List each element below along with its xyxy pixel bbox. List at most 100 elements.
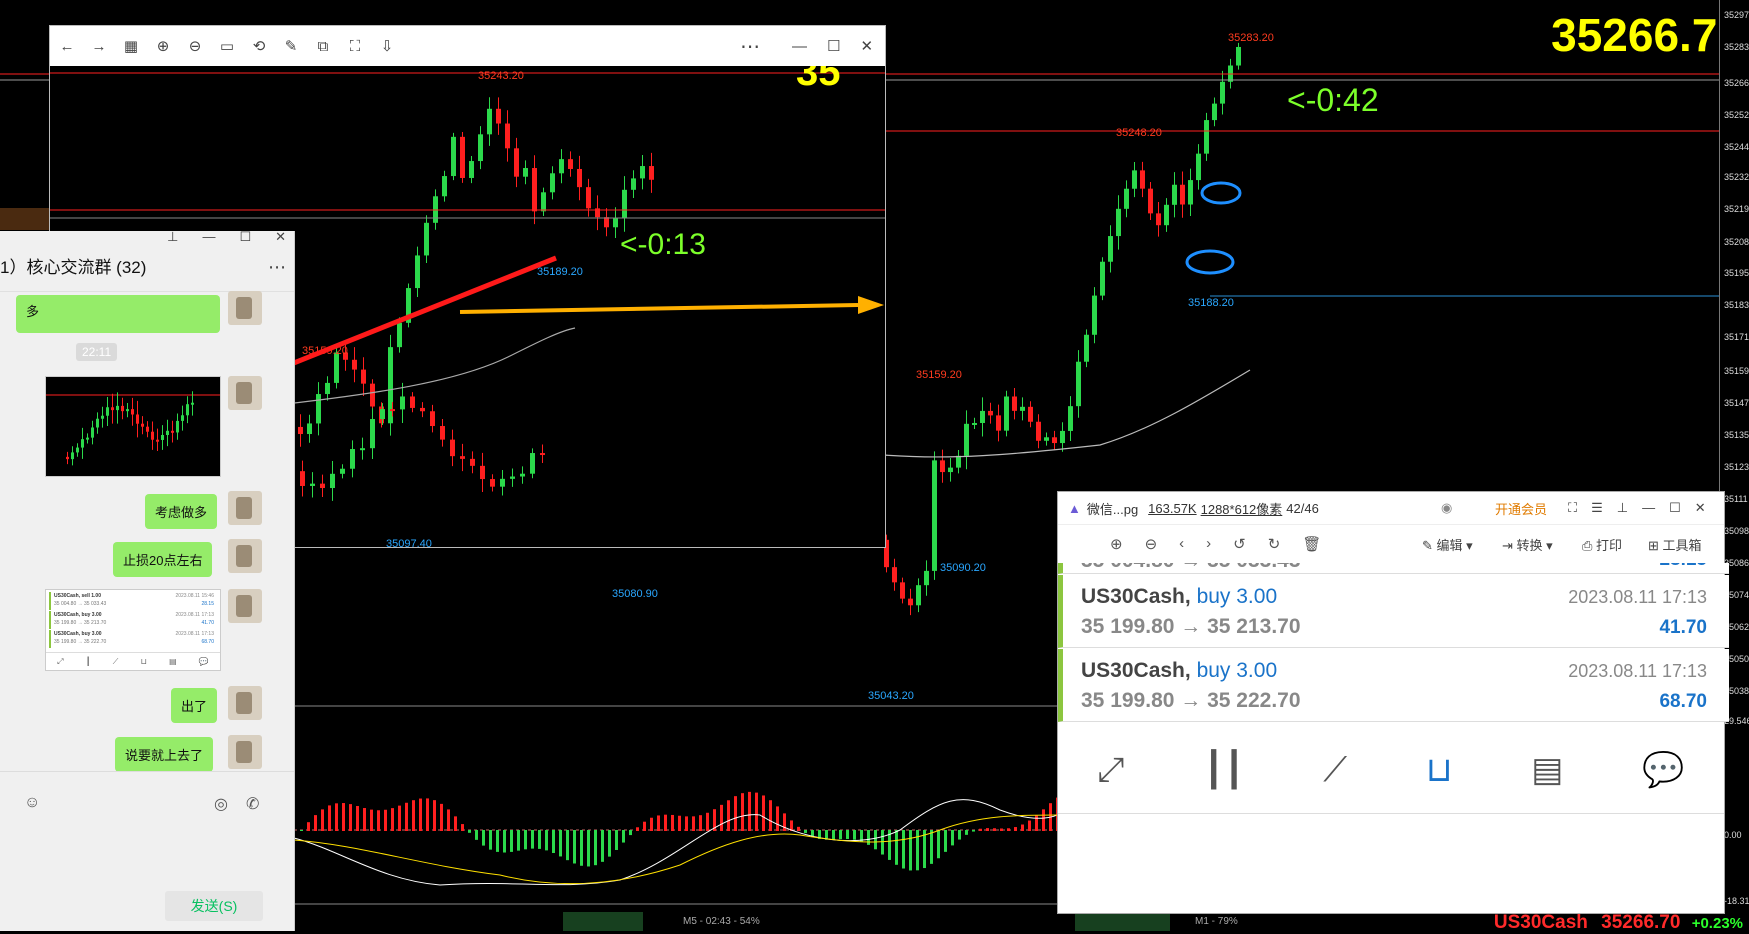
avatar[interactable] [228, 539, 262, 573]
menu-icon[interactable]: ☰ [1591, 500, 1603, 516]
macd-bar [461, 824, 464, 831]
axis-tick-label: 35171 [1724, 332, 1749, 342]
edit-icon[interactable]: ✎ [278, 33, 304, 59]
macd-line-white [293, 799, 1058, 886]
rotate-right-icon[interactable]: ↻ [1268, 535, 1281, 553]
chart-icon[interactable]: ┃┃ [1203, 750, 1244, 790]
fit-icon[interactable]: ▭ [214, 33, 240, 59]
zoom-out-icon[interactable]: ⊖ [182, 33, 208, 59]
grid-icon[interactable]: ▦ [118, 33, 144, 59]
macd-bar [832, 830, 835, 840]
more-icon[interactable]: ⋯ [740, 34, 760, 59]
candle-body [1076, 361, 1081, 407]
axis-tick-label: 35232 [1724, 172, 1749, 182]
emoji-icon[interactable]: ☺ [24, 794, 40, 812]
zoom-in-icon[interactable]: ⊕ [150, 33, 176, 59]
candle-body [161, 434, 164, 440]
more-menu[interactable]: ⋯ [740, 26, 760, 66]
inbox-icon[interactable]: ⊔ [1426, 750, 1453, 790]
toolbox-button[interactable]: ⊞ 工具箱 [1648, 535, 1702, 554]
rotate-left-icon[interactable]: ↺ [1233, 535, 1246, 553]
image-dimensions[interactable]: 1288*612像素 [1201, 499, 1283, 518]
axis-tick-label: 35266 [1724, 78, 1749, 88]
macd-bar [769, 800, 772, 831]
chat-icon[interactable]: 💬 [1642, 750, 1684, 790]
user-avatar-icon[interactable]: ◉ [1441, 500, 1452, 516]
axis-tick-label: 35159 [1724, 366, 1749, 376]
inner-label-l6: 35097.40 [386, 538, 432, 547]
edit-menu[interactable]: ✎ 编辑 ▾ [1422, 535, 1473, 554]
candle-body [988, 410, 993, 416]
maximize-button[interactable]: ☐ [1669, 500, 1681, 516]
candle-body [191, 402, 194, 405]
send-button[interactable]: 发送(S) [165, 891, 263, 921]
macd-bar [510, 830, 513, 852]
trade-row[interactable]: US30Cash, buy 3.00 35 199.80 → 35 222.70… [1058, 649, 1729, 722]
candle-body [171, 430, 174, 433]
chat-more-icon[interactable]: ⋯ [268, 257, 286, 278]
axis-tick-label: 35208 [1724, 237, 1749, 247]
delete-icon[interactable]: 🗑 [1302, 535, 1321, 553]
voice-call-icon[interactable]: ◎ [214, 794, 228, 814]
next-icon[interactable]: › [1206, 535, 1211, 553]
convert-menu[interactable]: ⇥ 转换 ▾ [1502, 535, 1553, 554]
candle-body [410, 396, 415, 408]
avatar[interactable] [228, 376, 262, 410]
candle-body [1204, 120, 1209, 154]
download-icon[interactable]: ⇩ [374, 33, 400, 59]
image-message-thumbnail[interactable] [45, 376, 221, 477]
macd-bar [426, 798, 429, 831]
video-call-icon[interactable]: ✆ [246, 794, 259, 814]
mini-trade-profit: 68.70 [201, 639, 214, 645]
avatar[interactable] [228, 491, 262, 525]
zoom-in-icon[interactable]: ⊕ [1110, 535, 1123, 553]
axis-tick-label: 35123 [1724, 462, 1749, 472]
message-bubble[interactable]: 多 [16, 295, 220, 333]
avatar[interactable] [228, 735, 262, 769]
pin-icon[interactable]: ⊥ [167, 229, 178, 245]
minimize-button[interactable]: — [792, 38, 807, 55]
mini-trade-prices: 35 004.80 → 35 033.43 [54, 601, 107, 607]
avatar[interactable] [228, 686, 262, 720]
forward-icon[interactable]: → [86, 33, 112, 59]
crop-icon[interactable]: ⛶ [342, 33, 368, 59]
avatar[interactable] [228, 589, 262, 623]
maximize-button[interactable]: ☐ [239, 229, 251, 245]
candle-body [415, 255, 420, 289]
minimize-button[interactable]: — [202, 229, 215, 245]
maximize-button[interactable]: ☐ [827, 37, 840, 55]
vip-link[interactable]: 开通会员 [1495, 499, 1547, 518]
trade-screenshot-thumbnail[interactable]: US30Cash, sell 1.00 35 004.80 → 35 033.43… [45, 589, 221, 671]
print-button[interactable]: ⎙ 打印 [1582, 535, 1622, 554]
zoom-out-icon[interactable]: ⊖ [1145, 535, 1158, 553]
close-button[interactable]: ✕ [860, 37, 873, 55]
candle-body [406, 288, 411, 323]
back-icon[interactable]: ← [54, 33, 80, 59]
minimize-button[interactable]: — [1642, 500, 1655, 516]
fullscreen-icon[interactable]: ⛶ [1568, 500, 1577, 516]
file-size[interactable]: 163.57K [1148, 501, 1196, 516]
avatar[interactable] [228, 291, 262, 325]
close-button[interactable]: ✕ [1695, 500, 1706, 516]
close-button[interactable]: ✕ [275, 229, 286, 245]
rotate-icon[interactable]: ⟲ [246, 33, 272, 59]
pin-icon[interactable]: ⊥ [1617, 500, 1628, 516]
macd-bar [622, 830, 625, 843]
prev-icon[interactable]: ‹ [1179, 535, 1184, 553]
trade-icon[interactable]: ⤢ [1097, 751, 1124, 790]
image-viewer-2[interactable]: ▲ 微信...pg 163.57K 1288*612像素 42/46 ◉ 开通会… [1057, 491, 1729, 914]
copy-icon[interactable]: ⧉ [310, 33, 336, 59]
indicators-icon[interactable]: ⟋ [1323, 751, 1347, 790]
mini-trade-symbol: US30Cash, sell 1.00 [54, 593, 101, 599]
axis-tick-label: 35147 [1724, 398, 1749, 408]
print-label: 打印 [1596, 537, 1623, 553]
chat-window[interactable]: 1）核心交流群 (32) ⊥ — ☐ ✕ ⋯ 多 22:11 考虑做多 止损20… [0, 229, 295, 931]
message-bubble[interactable]: 说要就上去了 [115, 737, 214, 772]
message-bubble[interactable]: 出了 [171, 688, 218, 723]
macd-bar [433, 800, 436, 831]
trade-row[interactable]: US30Cash, buy 3.00 35 199.80 → 35 213.70… [1058, 575, 1729, 648]
mini-tab-bar: ⤢ ┃ ⟋ ⊔ ▤ 💬 [46, 652, 220, 670]
news-icon[interactable]: ▤ [1531, 750, 1563, 790]
message-bubble[interactable]: 考虑做多 [145, 494, 218, 529]
message-bubble[interactable]: 止损20点左右 [113, 542, 213, 577]
